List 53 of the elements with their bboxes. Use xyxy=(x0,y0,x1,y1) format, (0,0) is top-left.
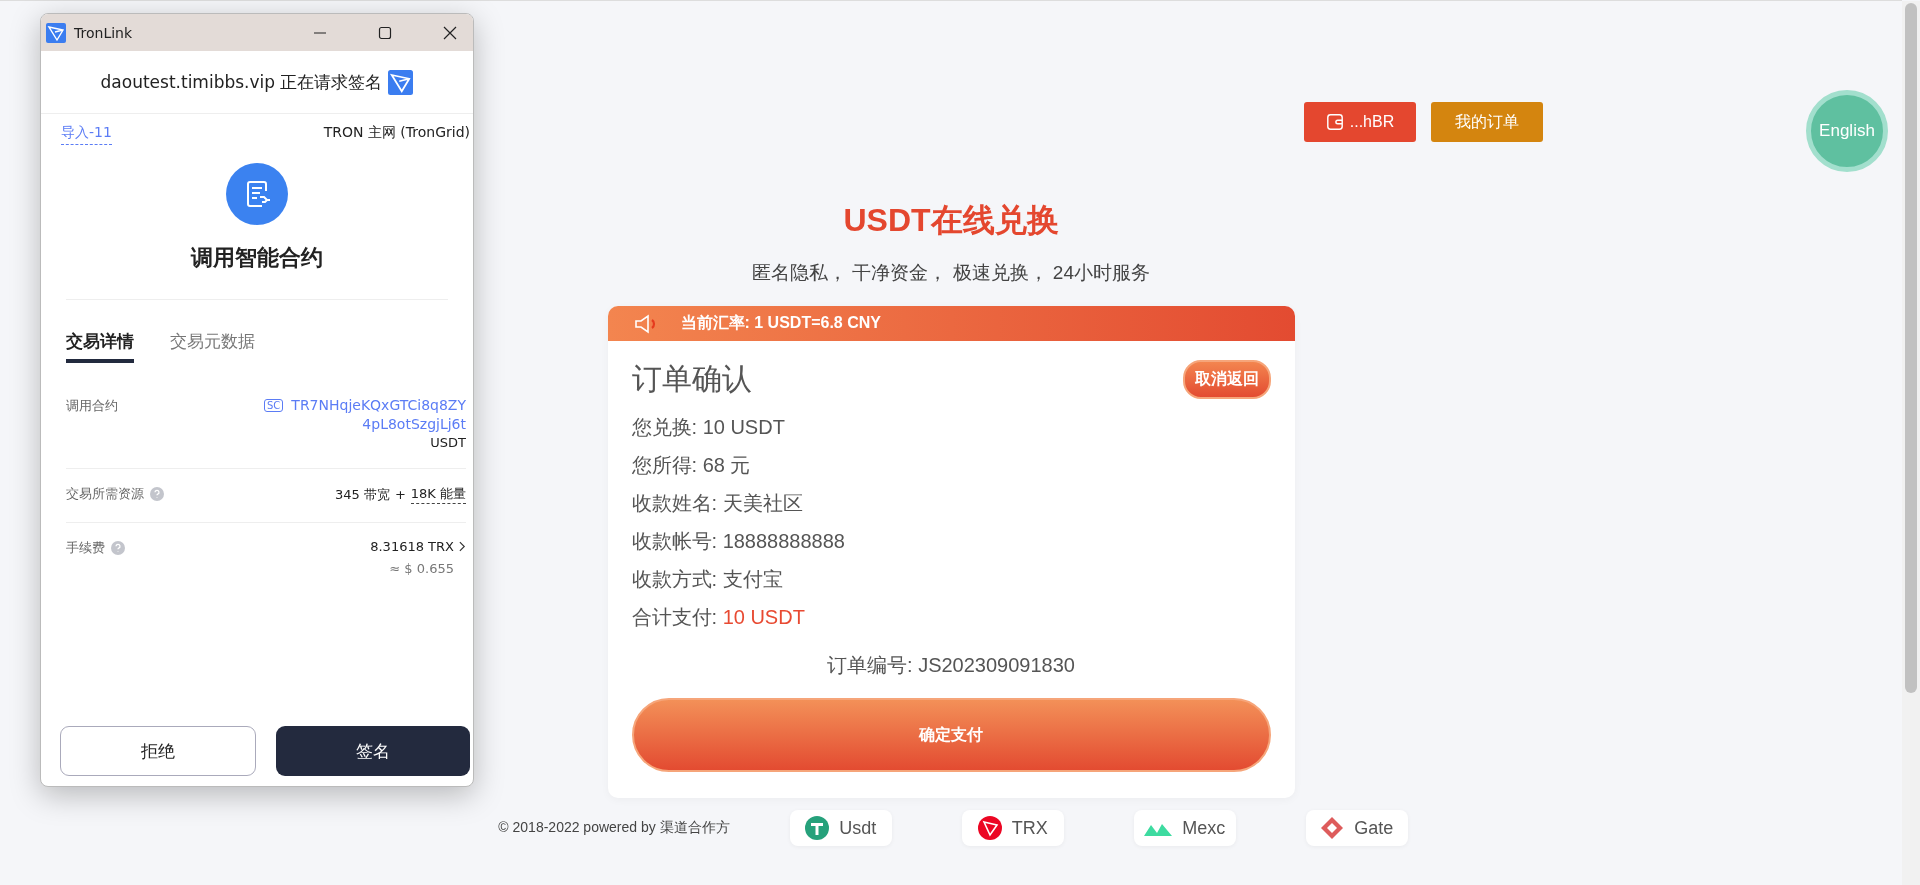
order-number: 订单编号: JS202309091830 xyxy=(826,653,1076,678)
contract-badge: SC xyxy=(264,398,284,412)
exchange-badge[interactable]: Usdt xyxy=(789,810,892,846)
confirm-payment-button[interactable]: 确定支付 xyxy=(631,698,1271,772)
field-label: 调用合约 xyxy=(66,397,118,415)
contract-address[interactable]: TR7NHqjeKQxGTCi8q8ZY xyxy=(291,397,466,413)
tab[interactable]: 交易详情 xyxy=(66,330,134,363)
document-icon xyxy=(226,163,288,225)
tab[interactable]: 交易元数据 xyxy=(170,330,255,363)
token-name: USDT xyxy=(430,435,466,450)
field-label: 手续费 xyxy=(66,539,105,557)
exchange-badge[interactable]: Mexc xyxy=(1133,810,1236,846)
plus-sign: + xyxy=(394,487,406,502)
help-icon[interactable] xyxy=(150,487,164,501)
order-detail: 收款方式: 支付宝 xyxy=(631,567,784,592)
close-icon[interactable] xyxy=(443,25,457,40)
help-icon[interactable] xyxy=(111,541,125,555)
order-detail: 您兑换: 10 USDT xyxy=(631,415,786,440)
wallet-button[interactable]: ...hBR xyxy=(1304,102,1416,142)
maximize-icon[interactable] xyxy=(378,25,392,40)
scrollbar[interactable] xyxy=(1902,1,1920,885)
exchange-rate: 当前汇率: 1 USDT=6.8 CNY xyxy=(680,313,881,333)
network-label: TRON 主网 (TronGrid) xyxy=(323,124,470,142)
cancel-button[interactable]: 取消返回 xyxy=(1182,360,1271,399)
exchange-badge[interactable]: TRX xyxy=(961,810,1064,846)
order-detail: 合计支付: 10 USDT xyxy=(631,605,806,630)
reject-button[interactable]: 拒绝 xyxy=(60,726,256,776)
chevron-right-icon[interactable] xyxy=(459,541,466,552)
order-detail: 收款姓名: 天美社区 xyxy=(631,491,804,516)
order-detail: 收款帐号: 18888888888 xyxy=(631,529,846,554)
app-logo-icon xyxy=(46,22,66,43)
energy-value[interactable]: 18K 能量 xyxy=(410,485,466,504)
exchange-badge[interactable]: Gate xyxy=(1305,810,1408,846)
copyright-text: © 2018-2022 powered by 渠道合作方 xyxy=(498,819,730,837)
app-logo-icon xyxy=(388,69,414,95)
card-title: 订单确认 xyxy=(631,361,752,397)
sign-button[interactable]: 签名 xyxy=(276,726,470,776)
page-subtitle: 匿名隐私， 干净资金， 极速兑换， 24小时服务 xyxy=(752,261,1150,285)
diamond-icon xyxy=(1320,816,1345,840)
action-title: 调用智能合约 xyxy=(191,244,323,272)
contract-address[interactable]: 4pL8otSzgjLj6t xyxy=(362,416,466,432)
my-orders-button[interactable]: 我的订单 xyxy=(1431,102,1543,142)
order-detail: 您所得: 68 元 xyxy=(631,453,752,478)
page-title: USDT在线兑换 xyxy=(843,201,1059,240)
bandwidth-value: 345 带宽 xyxy=(334,485,390,504)
account-link[interactable]: 导入-11 xyxy=(61,124,112,145)
wallet-icon xyxy=(1325,113,1344,131)
request-text: daoutest.timibbs.vip 正在请求签名 xyxy=(100,70,383,94)
field-label: 交易所需资源 xyxy=(66,485,144,503)
fee-amount: 8.31618 TRX xyxy=(370,539,454,554)
tether-icon xyxy=(805,816,830,840)
window-title: TronLink xyxy=(74,24,133,41)
fee-usd: ≈ $ 0.655 xyxy=(389,561,454,576)
